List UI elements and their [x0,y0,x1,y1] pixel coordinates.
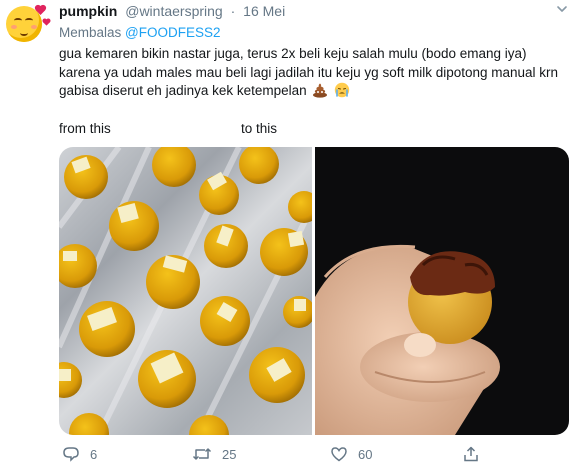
share-button[interactable] [462,445,480,463]
avatar-blush [31,25,37,29]
reply-button[interactable]: 6 [62,445,97,463]
avatar-mouth [20,30,28,36]
tweet-header: pumpkin @wintaerspring · 16 Mei [59,3,285,19]
crying-face-emoji [334,82,350,98]
separator: · [230,3,236,19]
reply-icon [63,447,79,462]
reply-mention-link[interactable]: @FOODFESS2 [125,25,220,40]
display-name[interactable]: pumpkin [59,3,117,19]
tweet-text-content: gua kemaren bikin nastar juga, terus 2x … [59,46,559,98]
tweet-text: gua kemaren bikin nastar juga, terus 2x … [59,45,559,101]
reply-count: 6 [90,446,98,462]
nastar-hand-illustration [315,244,500,435]
nastar-in-hand-photo[interactable] [315,147,569,435]
avatar-eye [14,18,22,23]
like-button[interactable]: 60 [330,445,372,463]
pile-of-poo-emoji [313,83,328,98]
retweet-button[interactable]: 25 [192,445,236,463]
like-count: 60 [358,446,373,462]
tweet-date[interactable]: 16 Mei [243,3,285,19]
heart-icon [36,6,45,15]
avatar-blush [11,25,17,29]
chevron-down-icon-svg [557,6,567,12]
reply-prefix: Membalas [59,25,122,40]
caption-from: from this [59,121,111,136]
retweet-count: 25 [222,446,237,462]
reply-context: Membalas @FOODFESS2 [59,25,221,40]
avatar-eye [25,18,33,23]
nastar-tray-illustration [59,147,320,435]
handle[interactable]: @wintaerspring [125,3,222,19]
heart-icon [331,447,347,462]
tweet-media[interactable] [59,147,569,435]
avatar[interactable] [6,6,50,42]
share-icon [464,446,478,462]
caption-to: to this [241,121,278,136]
retweet-icon [192,448,212,460]
heart-icon [43,19,50,26]
chevron-down-icon[interactable] [555,2,569,19]
nastar-tray-photo[interactable] [59,147,320,435]
